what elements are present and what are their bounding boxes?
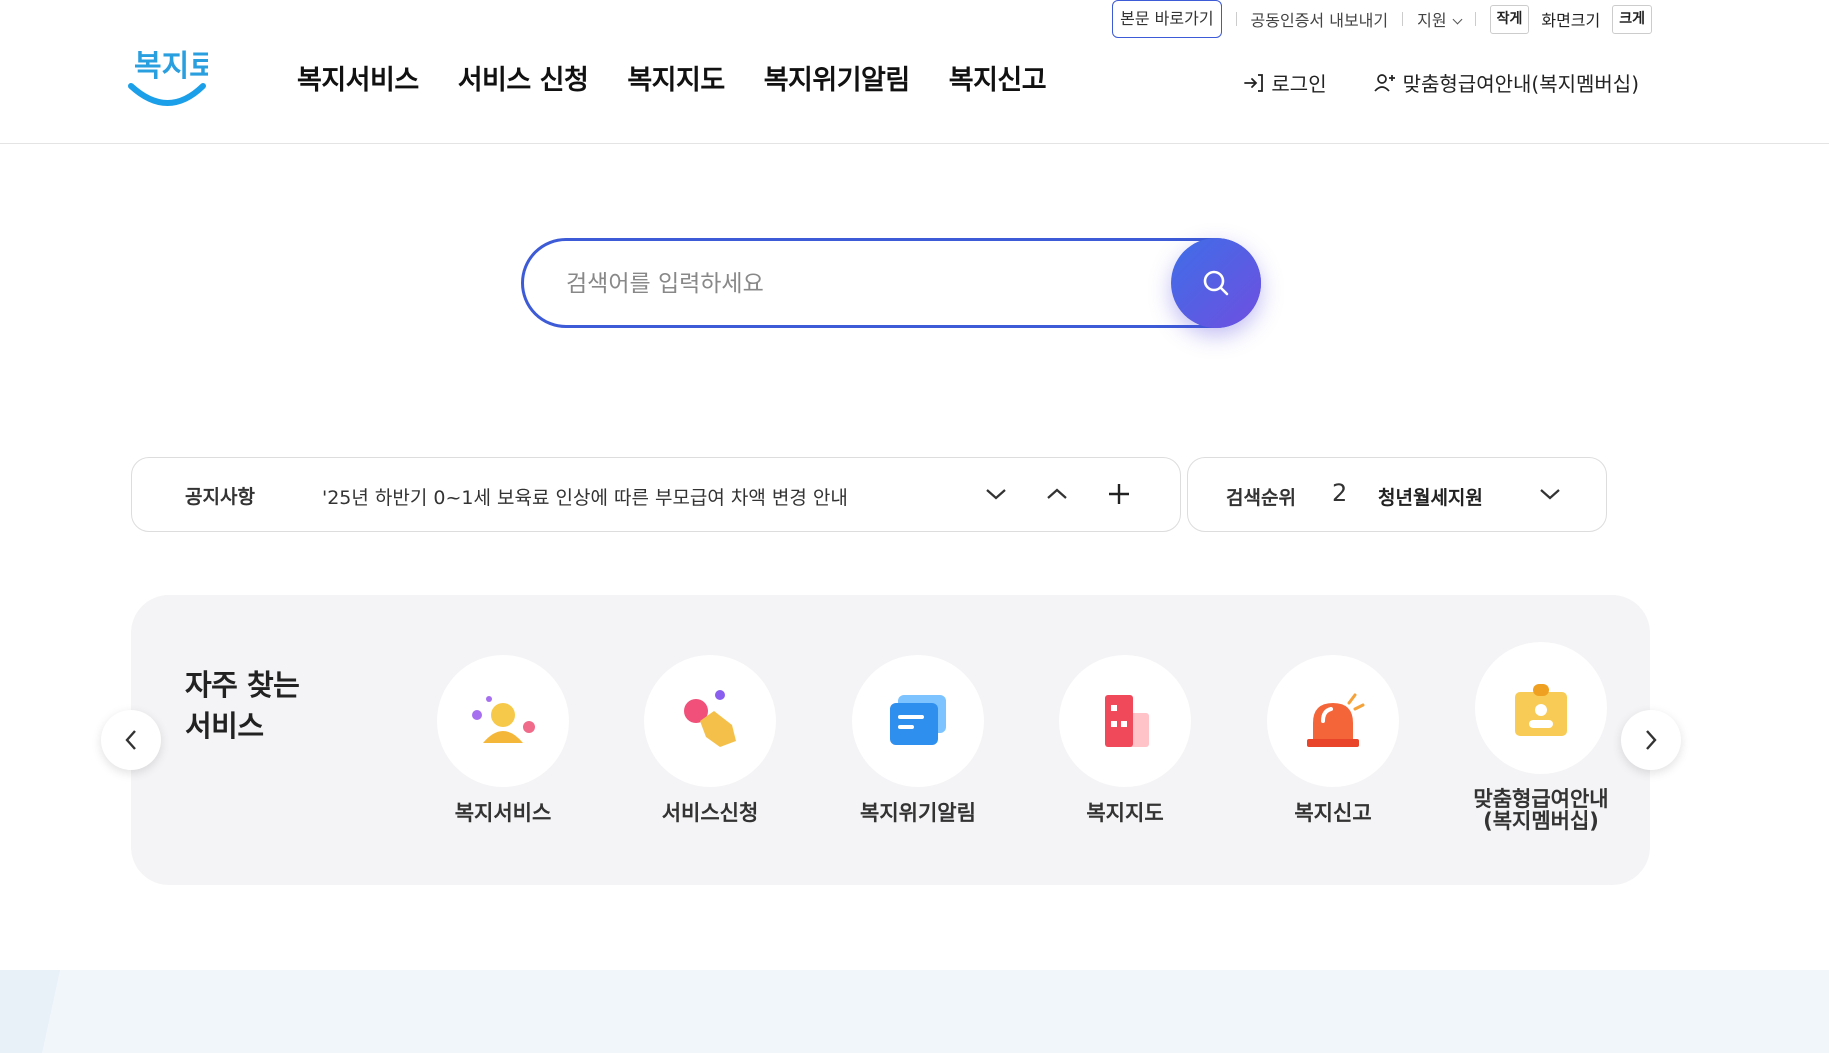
header-user-links: 로그인 맞춤형급여안내(복지멤버십) bbox=[1243, 68, 1639, 97]
login-icon bbox=[1244, 73, 1264, 92]
chevron-right-icon bbox=[1646, 730, 1657, 750]
id-card-icon bbox=[1515, 684, 1567, 736]
service-membership[interactable]: 맞춤형급여안내 (복지멤버십) bbox=[1451, 642, 1631, 832]
search-icon bbox=[1203, 270, 1229, 296]
login-label: 로그인 bbox=[1271, 72, 1327, 96]
frequent-services-title: 자주 찾는 서비스 bbox=[185, 665, 300, 747]
service-label: 복지서비스 bbox=[454, 801, 552, 825]
support-dropdown[interactable]: 지원 bbox=[1417, 7, 1463, 31]
font-large-button[interactable]: 크게 bbox=[1612, 4, 1652, 34]
notice-next-button[interactable] bbox=[978, 476, 1014, 512]
svg-text:복지로: 복지로 bbox=[134, 49, 208, 84]
service-welfare[interactable]: 복지서비스 bbox=[413, 655, 593, 824]
rank-keyword[interactable]: 청년월세지원 bbox=[1378, 483, 1483, 510]
membership-label: 맞춤형급여안내(복지멤버십) bbox=[1402, 72, 1639, 96]
chevron-down-icon bbox=[1452, 14, 1463, 25]
search-box bbox=[521, 238, 1261, 328]
screen-size-label: 화면크기 bbox=[1541, 11, 1601, 30]
rank-label: 검색순위 bbox=[1226, 487, 1296, 509]
tap-hand-icon bbox=[684, 690, 736, 747]
service-label-line-1: 맞춤형급여안내 bbox=[1473, 787, 1609, 811]
notice-more-button[interactable] bbox=[1101, 476, 1137, 512]
chevron-up-icon bbox=[1047, 488, 1067, 499]
plus-icon bbox=[1109, 484, 1129, 504]
service-label: 맞춤형급여안내 (복지멤버십) bbox=[1451, 788, 1631, 832]
divider bbox=[1402, 12, 1404, 26]
chevron-down-icon bbox=[1540, 489, 1560, 500]
service-apply[interactable]: 서비스신청 bbox=[620, 655, 800, 824]
rank-number: 2 bbox=[1332, 479, 1348, 507]
service-label: 복지신고 bbox=[1294, 801, 1372, 825]
service-icon-circle bbox=[1475, 642, 1607, 774]
nav-welfare-report[interactable]: 복지신고 bbox=[949, 58, 1047, 97]
carousel-prev-button[interactable] bbox=[101, 710, 161, 770]
membership-link[interactable]: 맞춤형급여안내(복지멤버십) bbox=[1373, 68, 1639, 97]
service-icon-circle bbox=[1267, 655, 1399, 787]
notice-prev-button[interactable] bbox=[1039, 476, 1075, 512]
service-label: 서비스신청 bbox=[661, 801, 759, 825]
search-button[interactable] bbox=[1171, 238, 1261, 328]
service-icon-circle bbox=[852, 655, 984, 787]
chevron-down-icon bbox=[986, 489, 1006, 500]
notice-label: 공지사항 bbox=[185, 486, 255, 508]
map-building-icon bbox=[1105, 695, 1149, 747]
service-label-line-2: (복지멤버십) bbox=[1483, 809, 1599, 833]
font-small-button[interactable]: 작게 bbox=[1489, 4, 1530, 34]
rank-expand-button[interactable] bbox=[1532, 476, 1568, 512]
nav-service-apply[interactable]: 서비스 신청 bbox=[458, 58, 589, 97]
divider bbox=[1235, 12, 1237, 26]
service-icon-circle bbox=[437, 655, 569, 787]
service-icon-circle bbox=[1059, 655, 1191, 787]
bokjiro-logo[interactable]: 복지로 bbox=[128, 42, 208, 112]
service-label: 복지위기알림 bbox=[860, 801, 976, 825]
search-input[interactable] bbox=[566, 265, 1156, 303]
cert-export-link[interactable]: 공동인증서 내보내기 bbox=[1251, 7, 1389, 31]
nav-welfare-service[interactable]: 복지서비스 bbox=[297, 58, 419, 97]
frequent-services-panel: 자주 찾는 서비스 복지서비스 서비스신청 복지위기알림 복지지도 복지신고 맞… bbox=[131, 595, 1650, 885]
title-line-2: 서비스 bbox=[185, 709, 264, 743]
divider bbox=[1474, 12, 1476, 26]
skip-to-content-link[interactable]: 본문 바로가기 bbox=[1112, 0, 1222, 38]
message-icon bbox=[890, 695, 946, 745]
login-link[interactable]: 로그인 bbox=[1243, 68, 1327, 97]
service-welfare-report[interactable]: 복지신고 bbox=[1243, 655, 1423, 824]
carousel-next-button[interactable] bbox=[1621, 710, 1681, 770]
person-add-icon bbox=[1373, 73, 1395, 92]
service-welfare-map[interactable]: 복지지도 bbox=[1035, 655, 1215, 824]
welfare-person-icon bbox=[472, 696, 535, 743]
nav-welfare-map[interactable]: 복지지도 bbox=[627, 58, 725, 97]
utility-bar: 본문 바로가기 공동인증서 내보내기 지원 작게 화면크기 크게 bbox=[1112, 0, 1652, 38]
support-label: 지원 bbox=[1417, 11, 1447, 30]
decorative-shape bbox=[0, 970, 60, 1053]
main-nav: 복지서비스 서비스 신청 복지지도 복지위기알림 복지신고 bbox=[297, 58, 1047, 97]
service-label: 복지지도 bbox=[1086, 801, 1164, 825]
service-icon-circle bbox=[644, 655, 776, 787]
search-rank-bar: 검색순위 2 청년월세지원 bbox=[1187, 457, 1607, 532]
chevron-left-icon bbox=[125, 730, 136, 750]
title-line-1: 자주 찾는 bbox=[185, 668, 300, 702]
nav-crisis-alert[interactable]: 복지위기알림 bbox=[764, 58, 911, 97]
siren-icon bbox=[1307, 693, 1365, 747]
notice-text[interactable]: '25년 하반기 0~1세 보육료 인상에 따른 부모급여 차액 변경 안내 bbox=[322, 483, 848, 510]
service-crisis-alert[interactable]: 복지위기알림 bbox=[828, 655, 1008, 824]
notice-bar: 공지사항 '25년 하반기 0~1세 보육료 인상에 따른 부모급여 차액 변경… bbox=[131, 457, 1181, 532]
bottom-section-background bbox=[0, 970, 1829, 1053]
